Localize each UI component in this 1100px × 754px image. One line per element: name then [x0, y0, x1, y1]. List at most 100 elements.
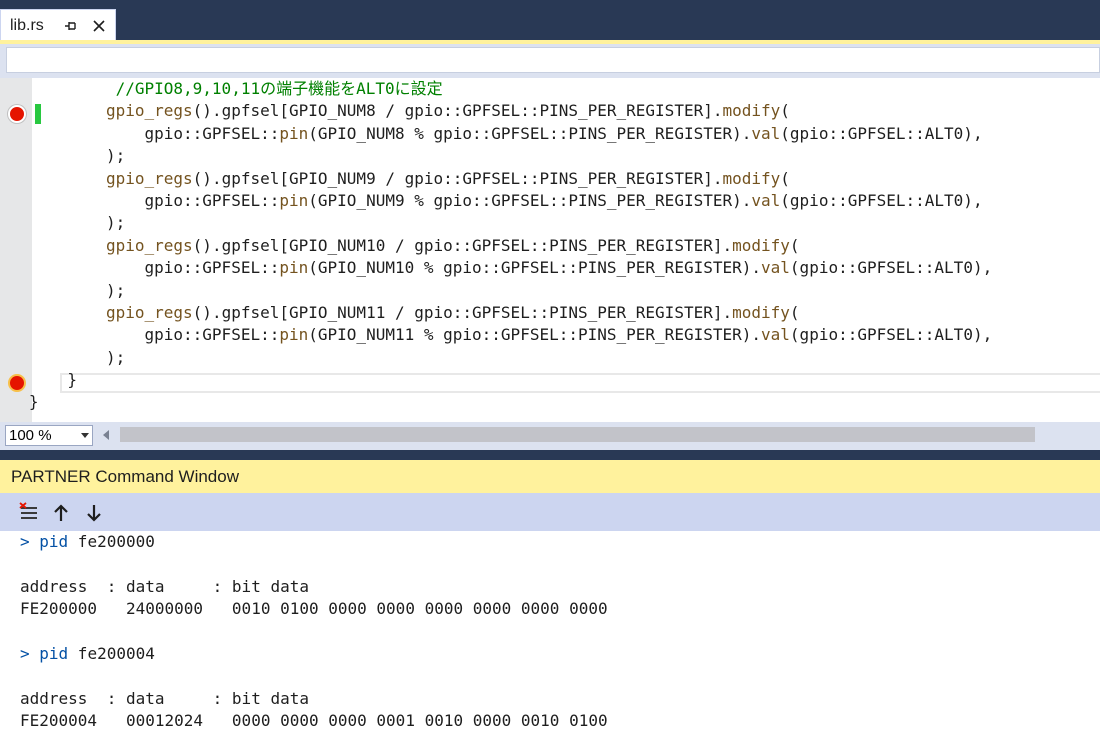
code-line-segment: pin [279, 325, 309, 345]
code-line-segment: (gpio::GPFSEL::ALT0), [789, 325, 993, 345]
code-line: ); [0, 347, 992, 369]
clear-list-icon[interactable] [18, 502, 40, 524]
output-line-segment: FE200000 24000000 0010 0100 0000 0000 00… [20, 599, 608, 619]
document-tab-strip: lib.rs [0, 0, 1100, 40]
code-line-segment: ( [780, 101, 790, 121]
code-line-segment: modify [732, 302, 790, 322]
zoom-dropdown[interactable]: 100 % [5, 425, 93, 446]
code-line-segment: gpio_regs [105, 168, 193, 188]
output-line: > pid fe200000 [20, 531, 608, 553]
code-line: gpio::GPFSEL::pin(GPIO_NUM10 % gpio::GPF… [0, 257, 992, 279]
output-line: address : data : bit data [20, 688, 608, 710]
code-line-segment: modify [722, 101, 781, 121]
code-line: ); [0, 280, 992, 302]
code-line-segment: ().gpfsel[GPIO_NUM10 / gpio::GPFSEL::PIN… [192, 235, 733, 255]
code-line-segment: gpio_regs [105, 235, 193, 255]
code-line-segment: (GPIO_NUM9 % gpio::GPFSEL::PINS_PER_REGI… [308, 190, 752, 210]
output-line-segment: address : data : bit data [20, 576, 309, 596]
code-line-segment: (gpio::GPFSEL::ALT0), [780, 123, 983, 143]
code-line-segment: modify [732, 235, 790, 255]
code-line-segment: (gpio::GPFSEL::ALT0), [780, 190, 983, 210]
code-line-segment: val [761, 258, 790, 278]
code-line: //GPIO8,9,10,11の端子機能をALT0に設定 [0, 78, 992, 100]
code-line: gpio::GPFSEL::pin(GPIO_NUM9 % gpio::GPFS… [0, 190, 992, 212]
code-line: ); [0, 212, 992, 234]
code-line: gpio::GPFSEL::pin(GPIO_NUM11 % gpio::GPF… [0, 324, 992, 346]
code-line-segment [0, 79, 116, 98]
code-line-segment [0, 236, 106, 255]
output-line-segment: > pid [20, 643, 69, 663]
code-line: gpio_regs().gpfsel[GPIO_NUM11 / gpio::GP… [0, 302, 992, 324]
navigation-bar[interactable] [6, 47, 1100, 73]
code-line: } [0, 391, 992, 413]
code-line: gpio_regs().gpfsel[GPIO_NUM9 / gpio::GPF… [0, 168, 992, 190]
output-line-segment: fe200004 [68, 643, 155, 663]
output-line-segment: FE200004 00012024 0000 0000 0000 0001 00… [20, 711, 608, 731]
chevron-down-icon[interactable] [81, 433, 89, 438]
code-line-segment: ); [0, 280, 126, 300]
code-line-segment: ( [789, 235, 800, 255]
code-line-segment: val [761, 325, 790, 345]
code-line-segment: } [0, 370, 78, 390]
code-line-segment: pin [279, 190, 309, 210]
code-line: } [0, 369, 992, 391]
code-line: gpio_regs().gpfsel[GPIO_NUM8 / gpio::GPF… [0, 100, 992, 122]
code-line-segment: gpio_regs [105, 101, 193, 121]
code-line-segment [0, 169, 106, 188]
code-line-segment: ( [780, 168, 790, 188]
code-line-segment: ); [0, 213, 126, 233]
horizontal-scrollbar-thumb[interactable] [120, 427, 1035, 442]
code-line-segment: ().gpfsel[GPIO_NUM11 / gpio::GPFSEL::PIN… [192, 302, 733, 322]
command-output-text: > pid fe200000 address : data : bit data F… [20, 531, 608, 733]
code-line-segment: ( [789, 302, 800, 322]
command-window-title: PARTNER Command Window [11, 467, 239, 486]
code-line-segment: ); [0, 347, 126, 367]
code-line-segment: (gpio::GPFSEL::ALT0), [789, 258, 993, 278]
code-line: gpio::GPFSEL::pin(GPIO_NUM8 % gpio::GPFS… [0, 123, 992, 145]
code-line-segment: } [0, 392, 39, 412]
zoom-value: 100 % [9, 427, 52, 444]
pin-icon[interactable] [63, 18, 79, 34]
output-line: > pid fe200004 [20, 643, 608, 665]
command-window-title-bar: PARTNER Command Window [0, 460, 1100, 493]
code-line-segment: //GPIO8,9,10,11の端子機能をALT0に設定 [115, 79, 443, 98]
output-line-segment: > pid [20, 532, 69, 551]
code-line-segment: ); [0, 146, 126, 166]
code-line-segment: pin [279, 123, 309, 143]
output-line: FE200000 24000000 0010 0100 0000 0000 00… [20, 598, 608, 620]
code-line-segment: (GPIO_NUM8 % gpio::GPFSEL::PINS_PER_REGI… [308, 123, 752, 143]
tab-label: lib.rs [10, 17, 44, 34]
output-line: address : data : bit data [20, 576, 608, 598]
output-line: FE200004 00012024 0000 0000 0000 0001 00… [20, 710, 608, 732]
output-line-segment: fe200000 [68, 532, 155, 551]
code-line-segment: (GPIO_NUM11 % gpio::GPFSEL::PINS_PER_REG… [308, 325, 762, 345]
tab-lib-rs[interactable]: lib.rs [0, 9, 116, 40]
code-line-segment: gpio_regs [105, 302, 193, 322]
code-text[interactable]: //GPIO8,9,10,11の端子機能をALT0に設定 gpio_regs()… [0, 78, 992, 414]
code-line-segment: gpio::GPFSEL:: [0, 123, 280, 143]
code-line-segment: (GPIO_NUM10 % gpio::GPFSEL::PINS_PER_REG… [308, 258, 762, 278]
code-line-segment: val [751, 123, 781, 143]
close-icon[interactable] [91, 18, 107, 34]
panel-splitter[interactable] [0, 450, 1100, 460]
code-line-segment: ().gpfsel[GPIO_NUM9 / gpio::GPFSEL::PINS… [192, 168, 723, 188]
arrow-down-icon[interactable] [83, 502, 105, 524]
code-line-segment: pin [279, 258, 309, 278]
code-line-segment: gpio::GPFSEL:: [0, 325, 280, 345]
code-line-segment: gpio::GPFSEL:: [0, 258, 280, 278]
code-editor[interactable]: //GPIO8,9,10,11の端子機能をALT0に設定 gpio_regs()… [0, 78, 1100, 422]
command-window-toolbar [0, 493, 1100, 531]
code-line-segment [0, 303, 106, 322]
editor-status-bar: 100 % [0, 422, 1100, 450]
output-line-segment: address : data : bit data [20, 688, 309, 708]
code-line-segment: val [751, 190, 781, 210]
scroll-left-icon[interactable] [103, 430, 109, 440]
code-line: gpio_regs().gpfsel[GPIO_NUM10 / gpio::GP… [0, 235, 992, 257]
code-line-segment: modify [722, 168, 781, 188]
command-window-output[interactable]: > pid fe200000 address : data : bit data F… [0, 531, 1100, 754]
code-line: ); [0, 145, 992, 167]
arrow-up-icon[interactable] [50, 502, 72, 524]
